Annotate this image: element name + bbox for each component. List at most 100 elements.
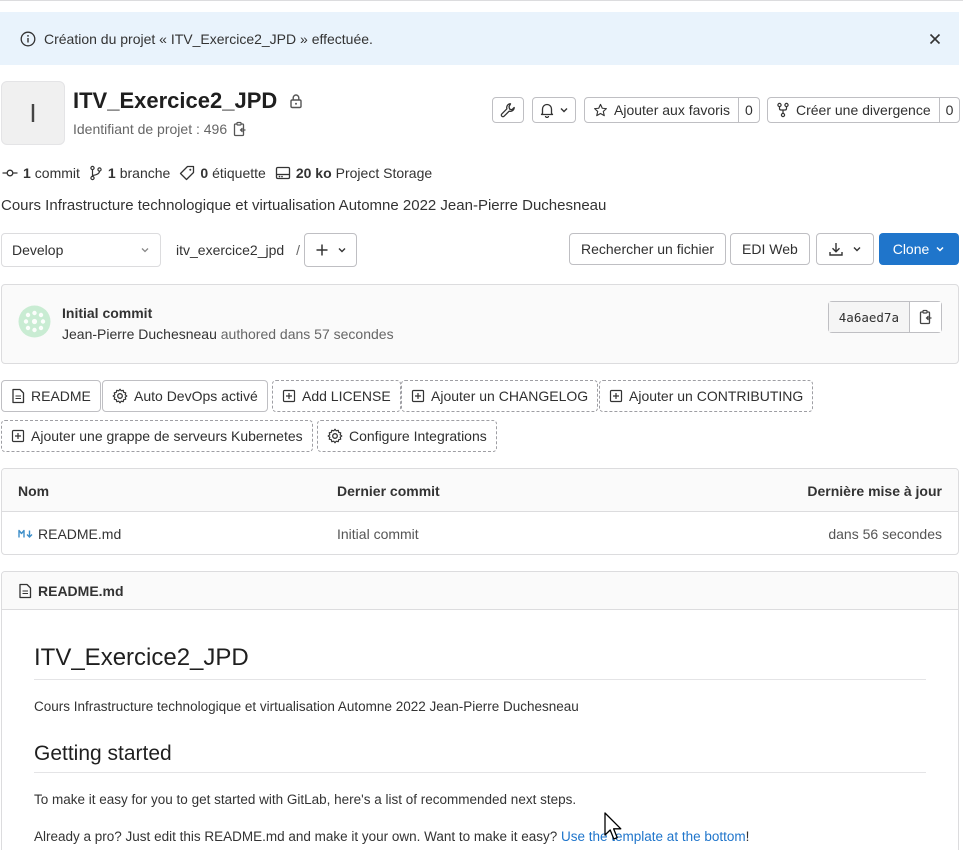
project-id: Identifiant de projet : 496 — [73, 121, 228, 137]
plus-icon — [315, 243, 329, 257]
notifications-button[interactable] — [532, 97, 576, 123]
alert-message: Création du projet « ITV_Exercice2_JPD »… — [44, 30, 373, 47]
add-kubernetes-button[interactable]: Ajouter une grappe de serveurs Kubernete… — [1, 420, 313, 452]
branch-icon — [89, 165, 108, 181]
project-title[interactable]: ITV_Exercice2_JPD — [73, 88, 277, 114]
chevron-down-icon — [337, 245, 347, 255]
download-button[interactable] — [816, 233, 874, 265]
add-dropdown-button[interactable] — [304, 233, 357, 267]
breadcrumb: itv_exercice2_jpd / — [176, 242, 300, 258]
configure-integrations-button[interactable]: Configure Integrations — [317, 420, 497, 452]
readme-paragraph-2-text: Already a pro? Just edit this README.md … — [34, 829, 558, 844]
add-license-label: Add LICENSE — [302, 388, 391, 404]
add-contributing-button[interactable]: Ajouter un CONTRIBUTING — [599, 380, 814, 412]
chevron-down-icon — [935, 244, 945, 254]
commit-title[interactable]: Initial commit — [62, 305, 152, 321]
storage-label: Project Storage — [335, 165, 433, 181]
top-divider — [0, 0, 963, 1]
commits-count: 1 — [23, 165, 31, 181]
clone-button[interactable]: Clone — [879, 233, 959, 265]
copy-icon — [919, 309, 933, 325]
commit-sha[interactable]: 4a6aed7a — [828, 302, 909, 332]
close-icon[interactable] — [927, 31, 943, 47]
settings-button[interactable] — [492, 97, 524, 123]
auto-devops-button[interactable]: Auto DevOps activé — [102, 380, 268, 412]
readme-label: README — [31, 388, 91, 404]
commits-label: commit — [34, 165, 80, 181]
add-changelog-button[interactable]: Ajouter un CHANGELOG — [401, 380, 599, 412]
storage-stat[interactable]: 20 ko Project Storage — [275, 165, 432, 181]
fork-button[interactable]: Créer une divergence 0 — [767, 97, 961, 123]
breadcrumb-separator: / — [296, 242, 300, 258]
readme-intro: Cours Infrastructure technologique et vi… — [34, 699, 579, 714]
table-header: Nom Dernier commit Dernière mise à jour — [2, 469, 958, 512]
template-link[interactable]: Use the template at the bottom — [561, 829, 746, 844]
tags-label: étiquette — [212, 165, 266, 181]
star-icon — [593, 103, 608, 118]
fork-count[interactable]: 0 — [938, 98, 960, 122]
tag-icon — [179, 165, 200, 181]
commit-sha-group: 4a6aed7a — [827, 301, 942, 333]
lock-icon — [289, 93, 303, 109]
configure-integrations-label: Configure Integrations — [349, 428, 487, 444]
readme-header: README.md — [2, 572, 958, 610]
readme-heading-2: Getting started — [34, 742, 172, 765]
tags-stat[interactable]: 0 étiquette — [179, 165, 266, 181]
plus-square-icon — [609, 389, 623, 403]
project-description: Cours Infrastructure technologique et vi… — [1, 197, 607, 214]
fork-label: Créer une divergence — [796, 102, 931, 118]
commit-icon — [2, 165, 23, 181]
branches-stat[interactable]: 1 branche — [89, 165, 170, 181]
readme-paragraph-2-end: ! — [745, 829, 750, 844]
storage-icon — [275, 165, 296, 181]
chevron-down-icon — [559, 105, 569, 115]
readme-heading-1: ITV_Exercice2_JPD — [34, 644, 249, 671]
table-row[interactable]: README.md Initial commit dans 56 seconde… — [2, 512, 958, 554]
last-commit-panel: Initial commit Jean-Pierre Duchesneau au… — [1, 284, 959, 364]
project-avatar: I — [1, 81, 65, 145]
readme-button[interactable]: README — [1, 380, 101, 412]
file-tree-table: Nom Dernier commit Dernière mise à jour … — [1, 468, 959, 555]
star-count[interactable]: 0 — [737, 98, 759, 122]
find-file-button[interactable]: Rechercher un fichier — [569, 233, 727, 265]
header-last-commit: Dernier commit — [337, 482, 440, 499]
file-commit[interactable]: Initial commit — [337, 512, 419, 554]
file-updated: dans 56 secondes — [828, 525, 942, 542]
tags-count: 0 — [200, 165, 209, 181]
markdown-icon — [18, 529, 38, 539]
star-label: Ajouter aux favoris — [614, 102, 730, 118]
file-name-cell[interactable]: README.md — [18, 512, 121, 554]
commits-stat[interactable]: 1 commit — [2, 165, 80, 181]
auto-devops-label: Auto DevOps activé — [134, 388, 258, 404]
star-button[interactable]: Ajouter aux favoris 0 — [584, 97, 760, 123]
web-ide-button[interactable]: EDI Web — [730, 233, 810, 265]
copy-icon[interactable] — [233, 121, 247, 137]
file-name[interactable]: README.md — [38, 526, 121, 542]
file-icon — [11, 388, 25, 404]
settings-gear-icon — [327, 428, 343, 444]
heading-divider — [34, 679, 926, 680]
project-title-row: ITV_Exercice2_JPD — [73, 88, 303, 114]
readme-paragraph-2: Already a pro? Just edit this README.md … — [34, 829, 749, 844]
branch-selector[interactable]: Develop — [1, 233, 161, 267]
header-last-update: Dernière mise à jour — [807, 482, 942, 499]
info-icon — [20, 31, 36, 47]
chevron-down-icon — [852, 244, 862, 254]
author-avatar[interactable] — [18, 305, 51, 338]
readme-panel: README.md ITV_Exercice2_JPD Cours Infras… — [1, 571, 959, 850]
add-kubernetes-label: Ajouter une grappe de serveurs Kubernete… — [31, 428, 303, 444]
plus-square-icon — [282, 389, 296, 403]
copy-sha-button[interactable] — [909, 302, 941, 332]
plus-square-icon — [411, 389, 425, 403]
commit-time: authored dans 57 secondes — [220, 326, 394, 342]
download-icon — [828, 241, 844, 257]
readme-filename[interactable]: README.md — [38, 583, 124, 599]
add-contributing-label: Ajouter un CONTRIBUTING — [629, 388, 804, 404]
clone-label: Clone — [892, 241, 930, 257]
fork-icon — [776, 102, 790, 118]
add-license-button[interactable]: Add LICENSE — [272, 380, 401, 412]
storage-size: 20 ko — [295, 165, 332, 181]
settings-gear-icon — [112, 388, 128, 404]
breadcrumb-path[interactable]: itv_exercice2_jpd — [176, 242, 284, 258]
commit-author[interactable]: Jean-Pierre Duchesneau — [62, 326, 217, 342]
